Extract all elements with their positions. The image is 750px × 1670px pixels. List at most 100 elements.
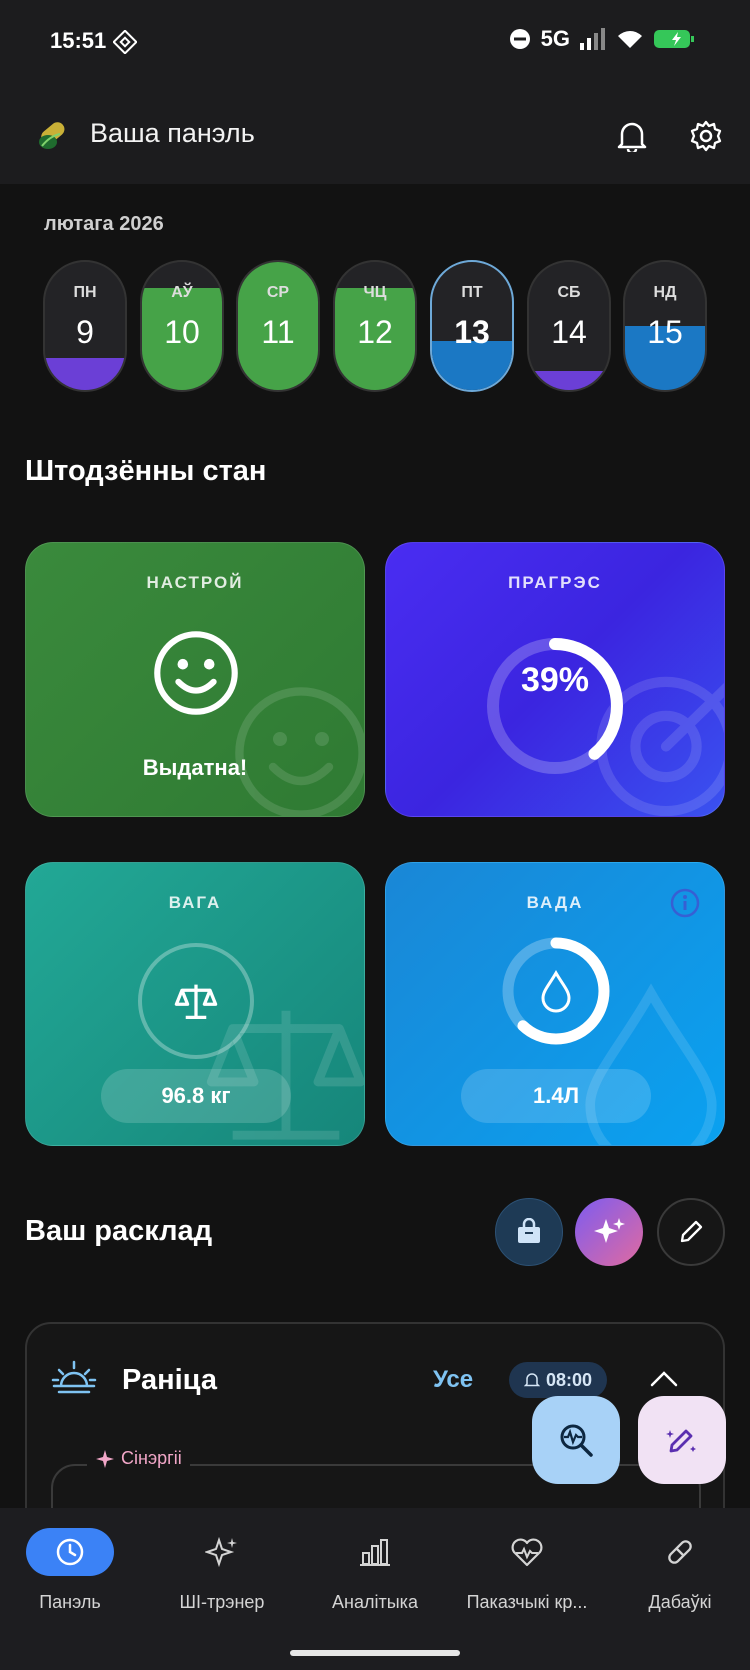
pencil-icon [680,1220,703,1243]
bell-icon [523,1373,540,1387]
water-drop-icon [541,970,571,1013]
day-pill[interactable]: НД 15 [623,260,707,392]
day-weekday: АЎ [171,284,193,301]
day-pill[interactable]: ПН 9 [43,260,127,392]
progress-value: 39% [520,661,590,699]
bottom-navigation: Панэль ШІ-трэнер Аналітыка Паказчыкі кр.… [0,1508,750,1670]
day-number: 12 [357,314,393,350]
mood-value: Выдатна! [142,755,248,780]
weight-label: ВАГА [168,893,222,912]
mood-card[interactable]: НАСТРОЙ Выдатна! [25,542,365,817]
sparkles-icon [594,1218,625,1243]
progress-card[interactable]: ПРАГРЭС 39% [385,542,725,817]
nav-ai-trainer[interactable]: ШІ-трэнер [147,1528,297,1613]
clock-icon [56,1538,84,1566]
chevron-up-icon[interactable] [649,1368,679,1388]
progress-label: ПРАГРЭС [508,573,602,592]
day-number: 13 [454,314,490,350]
pill-icon [668,1540,692,1564]
shopping-bag-icon [518,1218,540,1243]
day-number: 11 [261,314,295,350]
app-bar: Ваша панэль [0,88,750,184]
synergy-label-text: Сінэргіі [121,1448,182,1468]
sunrise-icon [51,1360,97,1394]
weight-card[interactable]: ВАГА 96.8 кг [25,862,365,1146]
gear-icon [690,120,722,152]
notifications-button[interactable] [610,114,654,158]
edit-sparkle-icon [666,1429,696,1453]
day-fill [529,370,609,390]
sparkles-icon [205,1536,237,1568]
nav-icon-container [636,1528,724,1576]
weight-icon-ring [138,943,254,1059]
water-ring [502,937,610,1045]
water-card[interactable]: ВАДА 1.4Л [385,862,725,1146]
day-weekday: СБ [557,284,581,301]
day-number: 9 [76,314,94,350]
wifi-icon [618,31,642,48]
smile-icon [154,631,238,715]
day-pill[interactable]: ЧЦ 12 [333,260,417,392]
water-label: ВАДА [526,893,584,912]
daily-state-title: Штодзённы стан [25,455,267,487]
schedule-title: Ваш расклад [25,1215,213,1247]
day-weekday: ЧЦ [363,284,387,301]
day-fill [45,358,125,390]
nav-label: Паказчыкі кр... [466,1592,588,1612]
search-pulse-icon [560,1424,593,1457]
day-pill[interactable]: СБ 14 [527,260,611,392]
status-time: 15:51 [50,28,107,53]
settings-button[interactable] [684,114,728,158]
heart-pulse-icon [511,1538,543,1567]
day-pill[interactable]: АЎ 10 [140,260,224,392]
reminder-time: 08:00 [545,1369,593,1390]
symptom-search-fab[interactable] [532,1396,620,1484]
water-value: 1.4Л [532,1083,580,1108]
day-pill[interactable]: СР 11 [236,260,320,392]
nav-label: ШІ-трэнер [179,1592,265,1612]
reminder-time-chip[interactable]: 08:00 [509,1362,607,1398]
home-indicator[interactable] [290,1650,460,1656]
routine-all-link[interactable]: Усе [433,1366,473,1394]
bell-icon [617,122,647,152]
nav-icon-container [331,1528,419,1576]
synergy-label: Сінэргіі [87,1448,190,1469]
edit-schedule-button[interactable] [657,1198,725,1266]
status-icons: 5G [509,26,698,52]
battery-icon [654,30,694,48]
network-type: 5G [540,26,570,51]
nav-icon-container [483,1528,571,1576]
nav-label: Панэль [39,1592,101,1612]
scale-icon [174,984,218,1019]
app-logo-icon [39,122,65,149]
nav-supplements[interactable]: Дабаўкі [605,1528,750,1613]
day-weekday: ПН [73,284,97,301]
do-not-disturb-icon [509,29,530,49]
progress-ring [487,638,623,774]
day-number: 15 [647,314,683,350]
day-weekday: СР [266,284,290,301]
nav-icon-container [178,1528,266,1576]
day-number: 10 [164,314,200,350]
add-entry-fab[interactable] [638,1396,726,1484]
nav-analytics[interactable]: Аналітыка [300,1528,450,1613]
nav-vitals[interactable]: Паказчыкі кр... [452,1528,602,1613]
nav-label: Аналітыка [332,1592,418,1612]
weight-value: 96.8 кг [161,1083,231,1108]
mood-label: НАСТРОЙ [146,573,244,592]
ai-suggest-button[interactable] [575,1198,643,1266]
day-weekday: ПТ [461,284,483,301]
nav-label: Дабаўкі [648,1592,712,1612]
day-pill-today[interactable]: ПТ 13 [430,260,514,392]
bar-chart-icon [360,1539,390,1566]
nav-icon-container [26,1528,114,1576]
routine-title: Раніца [122,1364,217,1396]
day-number: 14 [551,314,587,350]
nav-dashboard[interactable]: Панэль [0,1528,145,1613]
smile-icon [235,687,364,816]
weight-value-chip: 96.8 кг [101,1069,291,1123]
page-title: Ваша панэль [90,118,255,148]
shop-button[interactable] [495,1198,563,1266]
signal-icon [580,28,605,50]
day-weekday: НД [653,284,677,301]
